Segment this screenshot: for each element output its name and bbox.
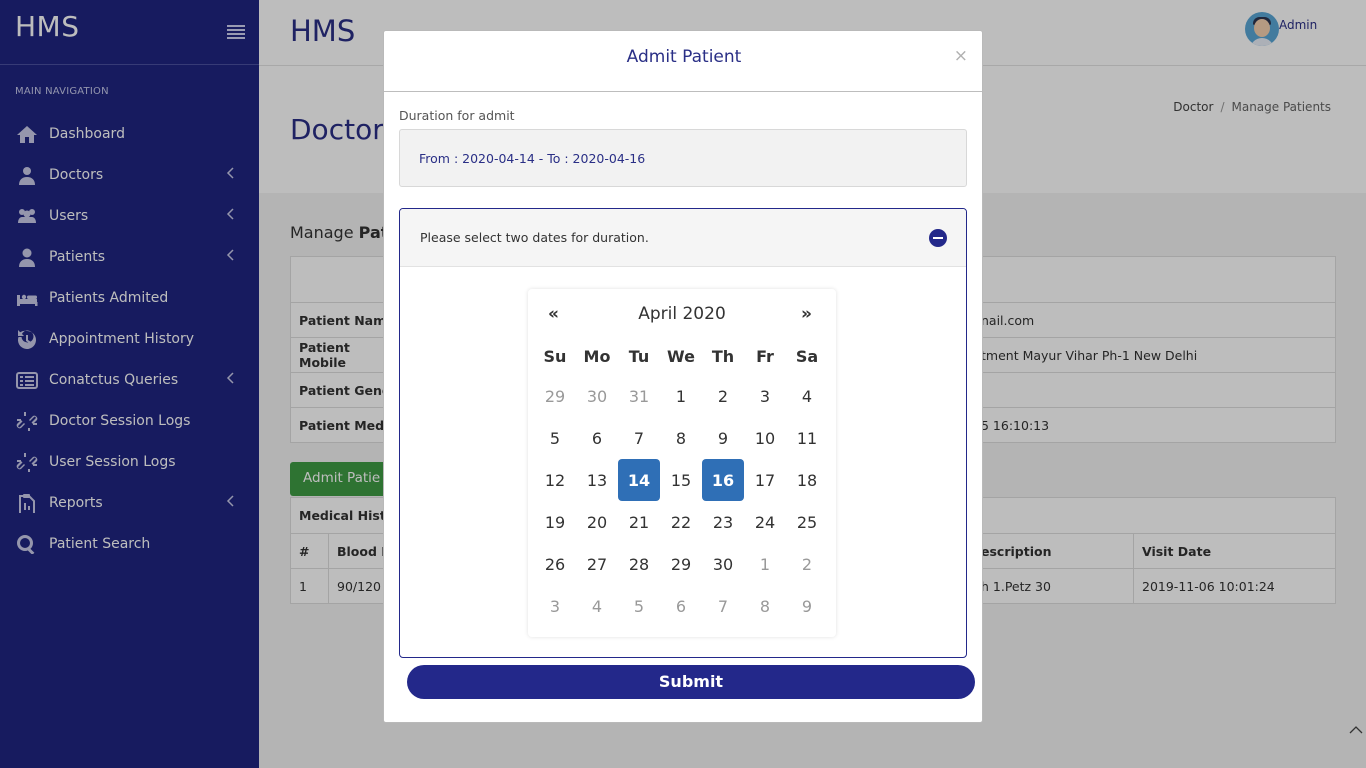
admit-patient-modal: Admit Patient × Duration for admit From … — [383, 30, 983, 723]
calendar-day[interactable]: 26 — [534, 543, 576, 585]
calendar-day[interactable]: 5 — [534, 417, 576, 459]
calendar-day[interactable]: 19 — [534, 501, 576, 543]
scroll-top-icon[interactable] — [1349, 724, 1363, 734]
calendar-day[interactable]: 3 — [744, 375, 786, 417]
calendar-day[interactable]: 23 — [702, 501, 744, 543]
calendar-day[interactable]: 7 — [618, 417, 660, 459]
calendar-day[interactable]: 30 — [702, 543, 744, 585]
calendar-day[interactable]: 7 — [702, 585, 744, 627]
calendar: April 2020 « » Su Mo Tu We Th Fr Sa 29 30 31 1 2 3 4 5… — [528, 289, 836, 637]
calendar-day[interactable]: 30 — [576, 375, 618, 417]
calendar-day[interactable]: 29 — [660, 543, 702, 585]
calendar-day[interactable]: 31 — [618, 375, 660, 417]
calendar-day[interactable]: 1 — [744, 543, 786, 585]
close-icon[interactable]: × — [954, 46, 968, 66]
calendar-day[interactable]: 29 — [534, 375, 576, 417]
calendar-day[interactable]: 5 — [618, 585, 660, 627]
calendar-day-selected[interactable]: 14 — [618, 459, 660, 501]
submit-button[interactable]: Submit — [407, 665, 975, 699]
calendar-day[interactable]: 22 — [660, 501, 702, 543]
modal-title: Admit Patient — [626, 47, 742, 67]
date-picker-panel-header: Please select two dates for duration. — [400, 209, 966, 267]
calendar-day[interactable]: 11 — [786, 417, 828, 459]
calendar-day[interactable]: 17 — [744, 459, 786, 501]
calendar-day[interactable]: 20 — [576, 501, 618, 543]
calendar-day[interactable]: 4 — [576, 585, 618, 627]
weekday-label: Fr — [756, 346, 774, 366]
calendar-day[interactable]: 18 — [786, 459, 828, 501]
date-picker-instruction: Please select two dates for duration. — [420, 230, 649, 245]
date-picker-panel: Please select two dates for duration. Ap… — [399, 208, 967, 658]
duration-label: Duration for admit — [399, 108, 515, 123]
calendar-day[interactable]: 1 — [660, 375, 702, 417]
calendar-month-label[interactable]: April 2020 — [528, 304, 836, 324]
calendar-day[interactable]: 13 — [576, 459, 618, 501]
next-month-button[interactable]: » — [801, 304, 812, 324]
collapse-icon[interactable] — [929, 229, 947, 247]
prev-month-button[interactable]: « — [548, 304, 559, 324]
calendar-day[interactable]: 28 — [618, 543, 660, 585]
calendar-day[interactable]: 12 — [534, 459, 576, 501]
weekday-label: Su — [543, 346, 567, 366]
calendar-day[interactable]: 4 — [786, 375, 828, 417]
calendar-grid: Su Mo Tu We Th Fr Sa 29 30 31 1 2 3 4 5 6 7 8 9 10 11 12 13 14 1… — [534, 337, 828, 627]
calendar-day[interactable]: 9 — [786, 585, 828, 627]
calendar-day[interactable]: 24 — [744, 501, 786, 543]
calendar-day[interactable]: 3 — [534, 585, 576, 627]
weekday-label: Sa — [795, 346, 819, 366]
calendar-day[interactable]: 2 — [702, 375, 744, 417]
calendar-day[interactable]: 2 — [786, 543, 828, 585]
calendar-day[interactable]: 6 — [576, 417, 618, 459]
weekday-label: Mo — [583, 346, 611, 366]
calendar-day[interactable]: 25 — [786, 501, 828, 543]
duration-field[interactable]: From : 2020-04-14 - To : 2020-04-16 — [399, 129, 967, 187]
calendar-day[interactable]: 21 — [618, 501, 660, 543]
calendar-day[interactable]: 10 — [744, 417, 786, 459]
calendar-header: April 2020 « » — [528, 289, 836, 337]
calendar-day[interactable]: 15 — [660, 459, 702, 501]
calendar-day[interactable]: 27 — [576, 543, 618, 585]
calendar-day-selected[interactable]: 16 — [702, 459, 744, 501]
calendar-day[interactable]: 8 — [660, 417, 702, 459]
weekday-label: Tu — [628, 346, 650, 366]
calendar-day[interactable]: 8 — [744, 585, 786, 627]
modal-header: Admit Patient × — [384, 31, 982, 92]
weekday-label: We — [667, 346, 695, 366]
weekday-label: Th — [711, 346, 735, 366]
calendar-day[interactable]: 6 — [660, 585, 702, 627]
calendar-day[interactable]: 9 — [702, 417, 744, 459]
